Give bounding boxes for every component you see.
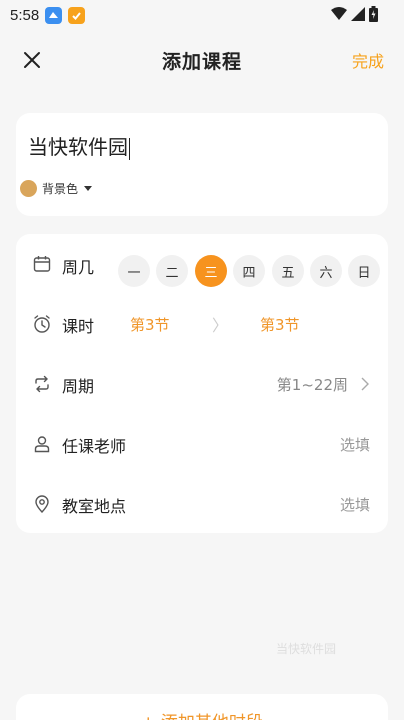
cycle-value: 第1~22周: [276, 376, 348, 394]
classroom-row[interactable]: 教室地点 选填: [16, 484, 388, 524]
course-detail-card: 周几 一 二 三 四 五 六 日 课时 第3节 〉 第3节 周期 第1~22周 …: [16, 234, 388, 533]
status-time: 5:58: [10, 6, 40, 24]
close-button[interactable]: [20, 48, 44, 72]
day-button[interactable]: 六: [310, 255, 342, 287]
day-button[interactable]: 五: [272, 255, 304, 287]
chevron-down-icon: [84, 186, 93, 191]
repeat-icon: [35, 375, 49, 393]
text-caret: [129, 137, 130, 160]
watermark: 当快软件园: [276, 642, 337, 656]
day-button-selected[interactable]: 三: [195, 255, 227, 287]
status-icons: [331, 6, 378, 22]
status-bar: 5:58: [0, 0, 404, 30]
weekday-label: 周几: [62, 258, 95, 277]
page-title: 添加课程: [161, 50, 242, 73]
header: 添加课程 完成: [0, 40, 404, 80]
period-row: 课时 第3节 〉 第3节: [16, 304, 388, 344]
bg-color-swatch: [20, 180, 37, 197]
close-icon: [24, 52, 40, 68]
day-button[interactable]: 二: [156, 255, 188, 287]
add-other-period-card: + 添加其他时段: [16, 694, 388, 720]
cycle-row[interactable]: 周期 第1~22周: [16, 364, 388, 404]
person-icon: [34, 436, 50, 453]
course-name-input[interactable]: 当快软件园: [28, 131, 368, 160]
period-label: 课时: [62, 317, 95, 336]
classroom-input[interactable]: 选填: [340, 494, 370, 515]
chevron-right-icon: [361, 377, 369, 391]
check-app-icon: [68, 6, 86, 24]
day-button[interactable]: 一: [118, 255, 150, 287]
period-end[interactable]: 第3节: [260, 314, 300, 335]
day-button[interactable]: 四: [233, 255, 265, 287]
battery-icon: [369, 6, 378, 22]
teacher-row[interactable]: 任课老师 选填: [16, 424, 388, 464]
add-other-period-button[interactable]: + 添加其他时段: [16, 708, 388, 720]
teacher-label: 任课老师: [62, 437, 127, 456]
clock-icon: [34, 315, 50, 333]
bg-color-label: 背景色: [42, 182, 79, 196]
chevron-right-icon: 〉: [212, 316, 229, 335]
bg-color-picker[interactable]: 背景色: [20, 180, 93, 197]
day-button[interactable]: 日: [348, 255, 380, 287]
course-name-text: 当快软件园: [28, 135, 128, 159]
wifi-icon: [331, 7, 347, 20]
notification-app-icon: [45, 6, 63, 24]
classroom-label: 教室地点: [62, 497, 127, 516]
teacher-input[interactable]: 选填: [340, 434, 370, 455]
weekday-row: 周几 一 二 三 四 五 六 日: [16, 244, 388, 287]
location-pin-icon: [35, 495, 49, 514]
calendar-icon: [33, 256, 51, 272]
cycle-label: 周期: [62, 377, 95, 396]
signal-icon: [351, 7, 365, 21]
course-name-card: 当快软件园: [16, 113, 388, 216]
done-button[interactable]: 完成: [352, 48, 384, 72]
period-start[interactable]: 第3节: [130, 314, 170, 335]
